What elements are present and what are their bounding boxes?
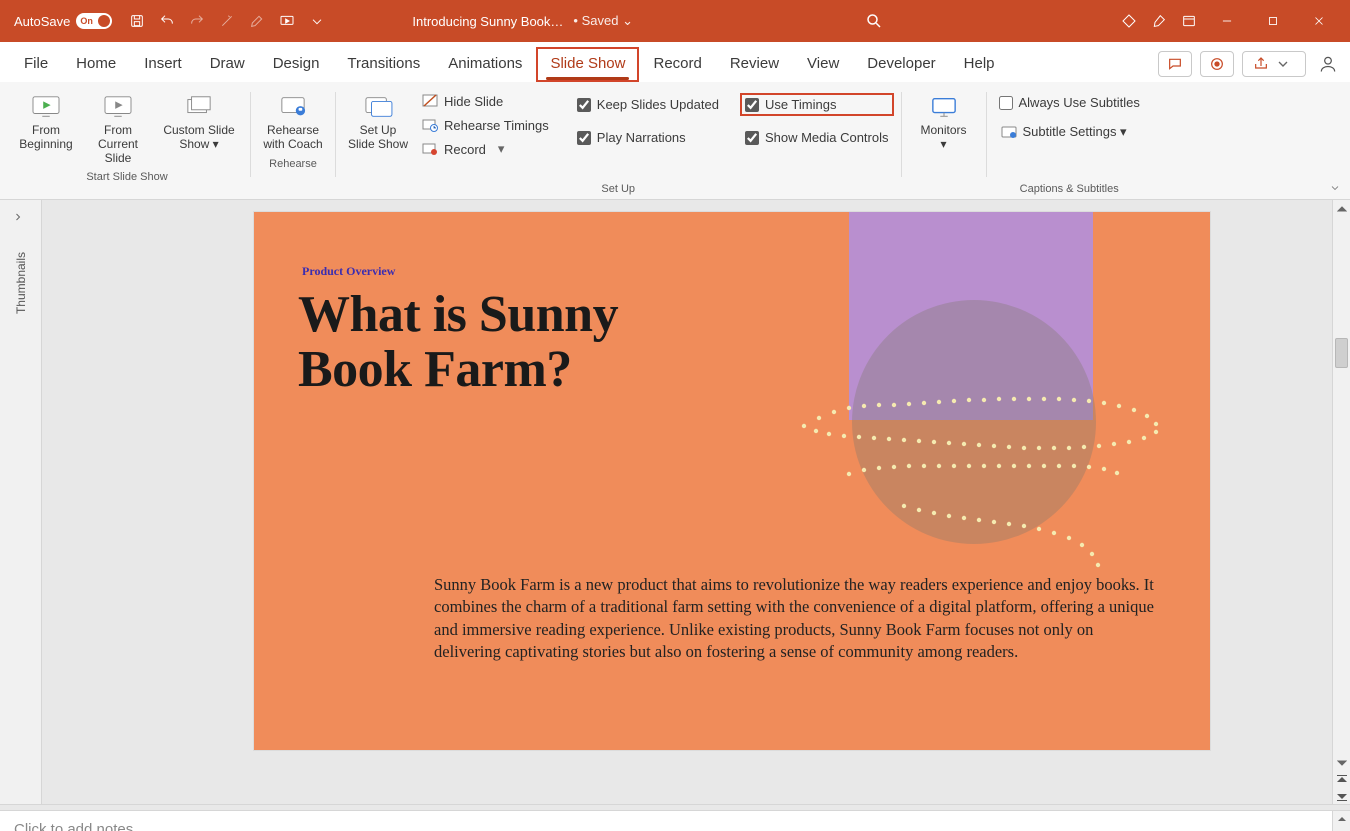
play-narrations-checkbox[interactable]: Play Narrations [573,127,723,148]
title-bar: AutoSave On Introducing Sunny Book… • Sa… [0,0,1350,42]
notes-scrollbar[interactable] [1332,811,1350,831]
tab-draw[interactable]: Draw [196,47,259,82]
collapse-ribbon-button[interactable] [1326,179,1344,197]
use-timings-checkbox[interactable]: Use Timings [741,94,893,115]
coach-icon [276,92,310,122]
prev-slide-button[interactable] [1333,772,1350,788]
slide[interactable]: Product Overview What is Sunny Book Farm… [254,212,1210,750]
tab-developer[interactable]: Developer [853,47,949,82]
keep-slides-updated-checkbox[interactable]: Keep Slides Updated [573,94,723,115]
tab-slide-show[interactable]: Slide Show [536,47,639,82]
next-slide-button[interactable] [1333,788,1350,804]
setup-icon [361,92,395,122]
group-captions: Always Use Subtitles Subtitle Settings ▾… [989,86,1150,199]
ink-icon[interactable] [243,7,271,35]
notes-placeholder: Click to add notes [14,821,133,831]
diamond-icon[interactable] [1115,7,1143,35]
present-icon[interactable] [273,7,301,35]
slide-canvas[interactable]: Product Overview What is Sunny Book Farm… [42,200,1350,804]
tab-home[interactable]: Home [62,47,130,82]
minimize-button[interactable] [1204,7,1250,35]
brush-icon[interactable] [1145,7,1173,35]
dotted-curve [794,396,1174,596]
hide-slide-button[interactable]: Hide Slide [416,90,555,112]
group-monitors: Monitors▾ [904,86,984,199]
tab-insert[interactable]: Insert [130,47,196,82]
thumbnails-label: Thumbnails [14,252,28,314]
slide-overview-label: Product Overview [302,264,395,279]
group-rehearse: Rehearse with Coach Rehearse [253,86,333,199]
autosave-toggle[interactable]: On [76,13,112,29]
subtitle-icon [1001,124,1017,140]
tab-file[interactable]: File [10,47,62,82]
rehearse-with-coach-button[interactable]: Rehearse with Coach [259,88,327,156]
set-up-slide-show-button[interactable]: Set Up Slide Show [344,88,412,156]
thumbnails-rail[interactable]: Thumbnails [0,200,42,804]
from-beginning-button[interactable]: From Beginning [12,88,80,169]
group-label: Start Slide Show [12,169,242,187]
workspace: Thumbnails Product Overview What is Sunn… [0,200,1350,804]
tab-animations[interactable]: Animations [434,47,536,82]
monitors-button[interactable]: Monitors▾ [910,88,978,156]
from-current-slide-button[interactable]: From Current Slide [84,88,152,169]
document-title[interactable]: Introducing Sunny Book… [412,14,563,29]
record-small-icon [422,141,438,157]
ribbon-body: From Beginning From Current Slide Custom… [0,82,1350,200]
autosave-label: AutoSave [14,14,70,29]
save-status[interactable]: • Saved ⌄ [573,13,633,29]
tab-review[interactable]: Review [716,47,793,82]
tab-view[interactable]: View [793,47,853,82]
subtitle-settings-button[interactable]: Subtitle Settings ▾ [995,121,1133,143]
scroll-track[interactable] [1333,218,1350,754]
comments-button[interactable] [1158,51,1192,77]
rehearse-timings-button[interactable]: Rehearse Timings [416,114,555,136]
scroll-down-button[interactable] [1333,754,1350,772]
notes-pane[interactable]: Click to add notes [0,810,1350,831]
undo-icon[interactable] [153,7,181,35]
scroll-up-button[interactable] [1333,811,1350,827]
scroll-thumb[interactable] [1335,338,1348,368]
share-button[interactable] [1242,51,1306,77]
expand-thumbnails-button[interactable] [12,210,30,228]
timings-icon [422,117,438,133]
vertical-scrollbar[interactable] [1332,200,1350,804]
slides-stack-icon [182,92,216,122]
tab-help[interactable]: Help [950,47,1009,82]
document-title-area: Introducing Sunny Book… • Saved ⌄ [412,13,633,29]
redo-icon[interactable] [183,7,211,35]
group-set-up: Set Up Slide Show Hide Slide Rehearse Ti… [338,86,899,199]
maximize-button[interactable] [1250,7,1296,35]
record-button[interactable] [1200,51,1234,77]
account-button[interactable] [1314,50,1342,78]
group-label: Rehearse [259,156,327,174]
scroll-up-button[interactable] [1333,200,1350,218]
wand-icon[interactable] [213,7,241,35]
search-icon [865,12,883,30]
slide-body-text: Sunny Book Farm is a new product that ai… [434,574,1160,663]
group-label: Captions & Subtitles [989,181,1150,199]
slide-title: What is Sunny Book Farm? [298,288,618,397]
hide-slide-icon [422,93,438,109]
tab-transitions[interactable]: Transitions [333,47,434,82]
tab-design[interactable]: Design [259,47,334,82]
monitor-icon [927,92,961,122]
ribbon-tabs: File Home Insert Draw Design Transitions… [0,42,1350,82]
group-label: Set Up [338,181,899,199]
show-media-controls-checkbox[interactable]: Show Media Controls [741,127,893,148]
window-mode-icon[interactable] [1175,7,1203,35]
search-area[interactable] [764,12,984,30]
custom-slide-show-button[interactable]: Custom Slide Show ▾ [156,88,242,169]
qat-more-icon[interactable] [303,7,331,35]
group-start-slide-show: From Beginning From Current Slide Custom… [6,86,248,199]
save-icon[interactable] [123,7,151,35]
play-screen-icon [101,92,135,122]
tab-record[interactable]: Record [639,47,715,82]
play-screen-icon [29,92,63,122]
close-button[interactable] [1296,7,1342,35]
record-dropdown-button[interactable]: Record ▾ [416,138,555,160]
always-use-subtitles-checkbox[interactable]: Always Use Subtitles [995,92,1144,113]
